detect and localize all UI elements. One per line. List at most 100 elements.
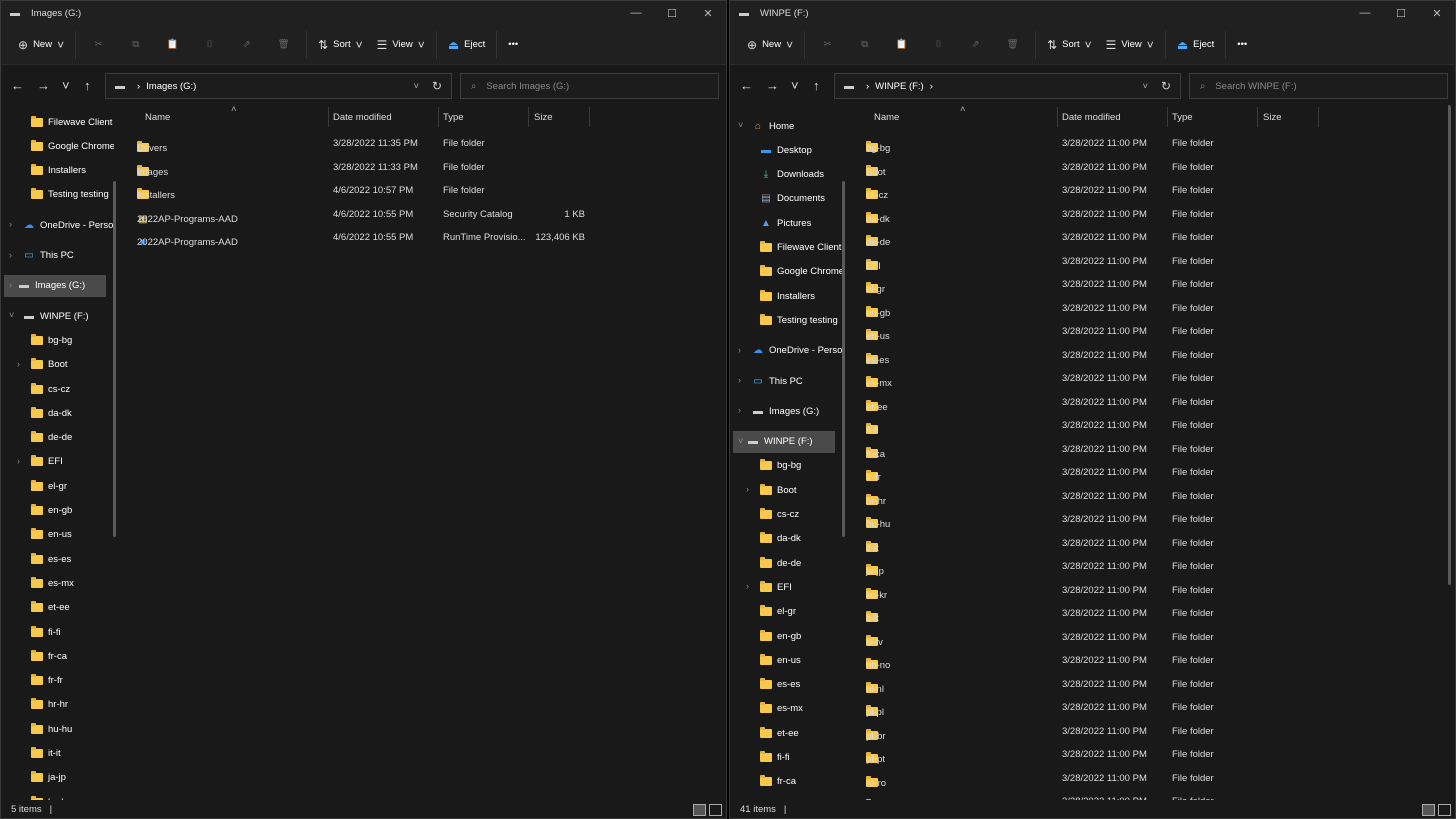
cut-button[interactable]: ✂	[80, 30, 117, 60]
rename-button[interactable]: ⌷	[920, 30, 957, 60]
file-row[interactable]: et-ee3/28/2022 11:00 PMFile folder	[850, 392, 1320, 414]
delete-button[interactable]: 🗑	[994, 30, 1031, 60]
column-header[interactable]: Name	[145, 112, 170, 123]
file-row[interactable]: fr-fr3/28/2022 11:00 PMFile folder	[850, 462, 1320, 484]
see-more-button[interactable]: •••	[1230, 30, 1254, 60]
refresh-icon[interactable]: ↻	[1161, 79, 1171, 93]
file-row[interactable]: Drivers3/28/2022 11:35 PMFile folder	[121, 133, 591, 155]
column-divider[interactable]	[589, 107, 590, 127]
nav-item[interactable]: cs-cz	[31, 378, 114, 400]
file-row[interactable]: pt-br3/28/2022 11:00 PMFile folder	[850, 721, 1320, 743]
nav-item[interactable]: da-dk	[760, 528, 843, 550]
file-row[interactable]: ko-kr3/28/2022 11:00 PMFile folder	[850, 580, 1320, 602]
nav-item[interactable]: ▭This PC	[9, 245, 114, 267]
column-header[interactable]: Date modified	[1062, 112, 1121, 123]
nav-item[interactable]: ⤓Downloads📌	[760, 164, 843, 186]
nav-item[interactable]: ▬Images (G:)	[4, 275, 106, 297]
maximize-button[interactable]: ☐	[654, 1, 690, 25]
nav-item[interactable]: ☁OneDrive - Personal	[738, 340, 843, 362]
forward-button[interactable]: →	[766, 78, 779, 93]
nav-item[interactable]: fr-ca	[31, 645, 114, 667]
file-row[interactable]: cs-cz3/28/2022 11:00 PMFile folder	[850, 180, 1320, 202]
tiles-view-button[interactable]	[1438, 804, 1451, 816]
close-button[interactable]: ✕	[690, 1, 726, 25]
address-bar[interactable]: ▬›Images (G:)˅↻	[105, 73, 452, 99]
nav-item[interactable]: ▬Images (G:)	[738, 400, 843, 422]
refresh-icon[interactable]: ↻	[432, 79, 442, 93]
nav-item[interactable]: de-de	[31, 427, 114, 449]
column-divider[interactable]	[1257, 107, 1258, 127]
nav-item[interactable]: et-ee	[760, 722, 843, 744]
details-view-button[interactable]	[693, 804, 706, 816]
nav-item[interactable]: Installers	[760, 285, 843, 307]
forward-button[interactable]: →	[37, 78, 50, 93]
view-button[interactable]: ☰View˅	[1099, 30, 1161, 60]
column-divider[interactable]	[328, 107, 329, 127]
nav-item[interactable]: ⌂Home	[738, 115, 843, 137]
file-row[interactable]: nb-no3/28/2022 11:00 PMFile folder	[850, 650, 1320, 672]
nav-item[interactable]: es-es	[760, 674, 843, 696]
nav-item[interactable]: fi-fi	[31, 621, 114, 643]
nav-item[interactable]: ▭This PC	[738, 370, 843, 392]
file-row[interactable]: bg-bg3/28/2022 11:00 PMFile folder	[850, 133, 1320, 155]
search-box[interactable]: ⌕Search WINPE (F:)	[1189, 73, 1448, 99]
nav-item[interactable]: ko-kr	[31, 791, 114, 800]
nav-item[interactable]: hr-hr	[31, 694, 114, 716]
nav-item[interactable]: EFI	[31, 451, 114, 473]
up-button[interactable]: ↑	[84, 78, 91, 93]
chevron-right-icon[interactable]: ›	[738, 405, 741, 415]
nav-scrollbar[interactable]	[113, 181, 116, 537]
nav-item[interactable]: cs-cz	[760, 504, 843, 526]
file-row[interactable]: da-dk3/28/2022 11:00 PMFile folder	[850, 204, 1320, 226]
eject-button[interactable]: ⏏Eject	[441, 30, 492, 60]
file-list-scrollbar[interactable]	[1448, 105, 1451, 585]
nav-item[interactable]: ▬WINPE (F:)	[733, 431, 835, 453]
minimize-button[interactable]: —	[1347, 1, 1383, 25]
new-button[interactable]: ⊕New˅	[11, 30, 71, 60]
nav-scrollbar[interactable]	[842, 181, 845, 537]
column-header[interactable]: Name	[874, 112, 899, 123]
file-row[interactable]: Boot3/28/2022 11:00 PMFile folder	[850, 157, 1320, 179]
recent-button[interactable]: ˅	[62, 78, 70, 93]
column-divider[interactable]	[1057, 107, 1058, 127]
nav-item[interactable]: it-it	[31, 743, 114, 765]
file-row[interactable]: es-mx3/28/2022 11:00 PMFile folder	[850, 368, 1320, 390]
sort-button[interactable]: ⇅Sort˅	[1040, 30, 1099, 60]
nav-item[interactable]: ☁OneDrive - Personal	[9, 214, 114, 236]
paste-button[interactable]: 📋	[883, 30, 920, 60]
nav-item[interactable]: ▤Documents📌	[760, 188, 843, 210]
file-row[interactable]: Installers4/6/2022 10:57 PMFile folder	[121, 180, 591, 202]
file-row[interactable]: ■2022AP-Programs-AAD4/6/2022 10:55 PMRun…	[121, 227, 591, 249]
nav-item[interactable]: es-es	[31, 548, 114, 570]
chevron-right-icon[interactable]: ›	[17, 456, 20, 466]
file-row[interactable]: hu-hu3/28/2022 11:00 PMFile folder	[850, 509, 1320, 531]
breadcrumb-item[interactable]: WINPE (F:)	[875, 81, 924, 92]
copy-button[interactable]: ⧉	[846, 30, 883, 60]
nav-item[interactable]: Installers	[31, 160, 114, 182]
chevron-right-icon[interactable]: ›	[9, 219, 12, 229]
up-button[interactable]: ↑	[813, 78, 820, 93]
file-row[interactable]: es-es3/28/2022 11:00 PMFile folder	[850, 345, 1320, 367]
nav-item[interactable]: Filewave Client	[760, 237, 843, 259]
view-button[interactable]: ☰View˅	[370, 30, 432, 60]
file-row[interactable]: hr-hr3/28/2022 11:00 PMFile folder	[850, 486, 1320, 508]
column-header[interactable]: Size	[534, 112, 552, 123]
address-dropdown-icon[interactable]: ˅	[413, 81, 419, 92]
nav-item[interactable]: et-ee	[31, 597, 114, 619]
nav-item[interactable]: el-gr	[31, 475, 114, 497]
chevron-right-icon[interactable]: ›	[738, 375, 741, 385]
file-row[interactable]: ru-ru3/28/2022 11:00 PMFile folder	[850, 791, 1320, 800]
nav-item[interactable]: en-gb	[760, 625, 843, 647]
column-divider[interactable]	[1318, 107, 1319, 127]
file-row[interactable]: it-it3/28/2022 11:00 PMFile folder	[850, 533, 1320, 555]
file-row[interactable]: fr-ca3/28/2022 11:00 PMFile folder	[850, 439, 1320, 461]
file-row[interactable]: fi-fi3/28/2022 11:00 PMFile folder	[850, 415, 1320, 437]
nav-item[interactable]: bg-bg	[31, 329, 114, 351]
minimize-button[interactable]: —	[618, 1, 654, 25]
column-divider[interactable]	[438, 107, 439, 127]
nav-item[interactable]: Filewave Client	[31, 111, 114, 133]
nav-item[interactable]: Boot	[760, 479, 843, 501]
chevron-right-icon[interactable]: ›	[746, 581, 749, 591]
column-header[interactable]: Type	[1172, 112, 1193, 123]
see-more-button[interactable]: •••	[501, 30, 525, 60]
